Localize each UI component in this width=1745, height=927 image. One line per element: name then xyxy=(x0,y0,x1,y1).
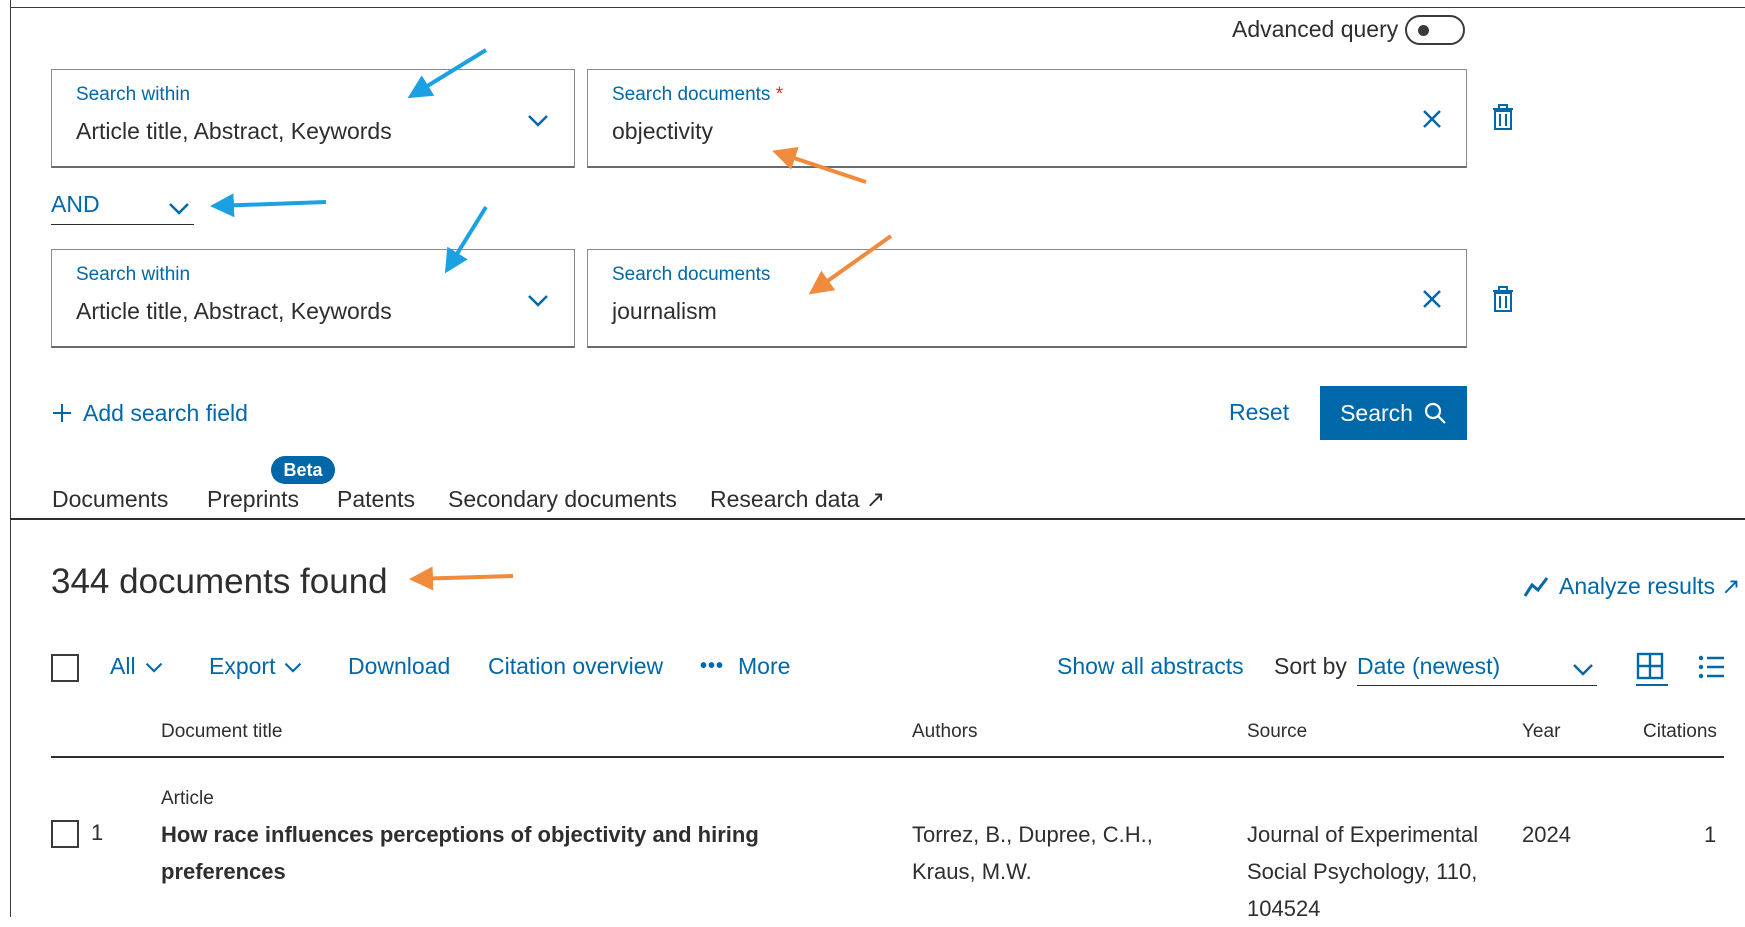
export-label: Export xyxy=(209,653,276,679)
column-header-year[interactable]: Year xyxy=(1522,721,1560,743)
search-within-select-1[interactable]: Search within Article title, Abstract, K… xyxy=(51,69,575,168)
search-documents-field-2[interactable]: Search documents journalism xyxy=(587,249,1467,348)
column-header-source[interactable]: Source xyxy=(1247,721,1307,743)
arrow-blue-2 xyxy=(210,193,327,218)
results-count: 344 documents found xyxy=(51,562,388,601)
select-all-checkbox[interactable] xyxy=(51,654,79,682)
trash-icon[interactable] xyxy=(1491,103,1515,131)
document-title-line-1: How race influences perceptions of objec… xyxy=(161,822,759,847)
list-view-icon[interactable] xyxy=(1698,654,1726,680)
tab-research-data[interactable]: Research data ↗ xyxy=(710,486,885,513)
tabs-divider xyxy=(10,518,1745,520)
add-search-field-button[interactable]: Add search field xyxy=(51,397,248,429)
more-label: More xyxy=(738,653,791,679)
trend-icon xyxy=(1523,576,1549,597)
required-mark: * xyxy=(775,84,784,105)
search-button[interactable]: Search xyxy=(1320,386,1467,440)
add-search-field-label: Add search field xyxy=(83,399,248,426)
download-button[interactable]: Download xyxy=(348,653,450,680)
document-type: Article xyxy=(161,788,214,809)
search-button-label: Search xyxy=(1340,399,1413,426)
chevron-down-icon xyxy=(1573,664,1593,676)
sort-value: Date (newest) xyxy=(1357,653,1501,679)
search-icon xyxy=(1424,402,1446,424)
table-header-divider xyxy=(51,756,1724,758)
row-checkbox[interactable] xyxy=(51,820,79,848)
operator-value: AND xyxy=(51,191,100,217)
search-within-label-1: Search within xyxy=(76,84,191,105)
beta-badge: Beta xyxy=(271,456,335,484)
boolean-operator-select[interactable]: AND xyxy=(51,190,194,225)
search-within-label-2: Search within xyxy=(76,264,191,285)
source-line-1: Journal of Experimental xyxy=(1247,822,1479,847)
arrow-orange-3 xyxy=(409,566,514,591)
search-documents-value-1[interactable]: objectivity xyxy=(612,118,713,145)
search-documents-field-1[interactable]: Search documents * objectivity xyxy=(587,69,1467,168)
tab-secondary-documents[interactable]: Secondary documents xyxy=(448,486,677,513)
select-all-dropdown[interactable]: All xyxy=(110,653,164,680)
search-documents-label-1: Search documents xyxy=(612,84,771,105)
toggle-knob xyxy=(1418,25,1429,36)
sort-select[interactable]: Date (newest) xyxy=(1357,651,1597,686)
clear-icon[interactable] xyxy=(1421,108,1443,130)
source-line-2: Social Psychology, 110, xyxy=(1247,859,1478,884)
more-button[interactable]: ••• More xyxy=(700,653,790,680)
plus-icon xyxy=(53,404,71,422)
frame-left-border xyxy=(10,0,11,917)
show-all-abstracts-button[interactable]: Show all abstracts xyxy=(1057,653,1244,680)
source-line-3: 104524 xyxy=(1247,896,1321,921)
chevron-down-icon xyxy=(169,203,189,215)
advanced-query-label: Advanced query xyxy=(1232,16,1399,42)
clear-icon[interactable] xyxy=(1421,288,1443,310)
column-header-citations[interactable]: Citations xyxy=(1643,721,1717,743)
chevron-down-icon xyxy=(145,662,162,673)
citation-overview-button[interactable]: Citation overview xyxy=(488,653,663,680)
tab-patents[interactable]: Patents xyxy=(337,486,415,513)
export-dropdown[interactable]: Export xyxy=(209,653,303,680)
sort-by-label: Sort by xyxy=(1274,653,1347,679)
year-cell: 2024 xyxy=(1522,822,1571,847)
authors-line-2: Kraus, M.W. xyxy=(912,859,1032,884)
citations-cell[interactable]: 1 xyxy=(1704,816,1716,853)
frame-top-border xyxy=(10,7,1745,8)
source-cell[interactable]: Journal of Experimental Social Psycholog… xyxy=(1247,816,1478,927)
document-title-line-2: preferences xyxy=(161,859,286,884)
analyze-results-link[interactable]: Analyze results ↗ xyxy=(1523,573,1741,600)
tab-preprints[interactable]: Preprints xyxy=(207,486,299,513)
chevron-down-icon[interactable] xyxy=(526,108,550,132)
analyze-results-label: Analyze results ↗ xyxy=(1559,573,1741,599)
search-within-value-1: Article title, Abstract, Keywords xyxy=(76,118,392,144)
chevron-down-icon[interactable] xyxy=(526,288,550,312)
select-all-label: All xyxy=(110,653,136,679)
trash-icon[interactable] xyxy=(1491,285,1515,313)
column-header-authors[interactable]: Authors xyxy=(912,721,977,743)
more-dots-icon: ••• xyxy=(700,655,725,677)
search-documents-value-2[interactable]: journalism xyxy=(612,298,717,325)
column-header-title[interactable]: Document title xyxy=(161,721,282,743)
grid-view-icon xyxy=(1636,652,1664,680)
chevron-down-icon xyxy=(285,662,302,673)
document-title-link[interactable]: How race influences perceptions of objec… xyxy=(161,816,759,890)
advanced-query-toggle[interactable] xyxy=(1405,15,1465,45)
row-index: 1 xyxy=(91,820,104,845)
search-within-select-2[interactable]: Search within Article title, Abstract, K… xyxy=(51,249,575,348)
search-documents-label-2: Search documents xyxy=(612,264,771,285)
reset-button[interactable]: Reset xyxy=(1229,399,1289,426)
authors-cell[interactable]: Torrez, B., Dupree, C.H., Kraus, M.W. xyxy=(912,816,1153,890)
search-within-value-2: Article title, Abstract, Keywords xyxy=(76,298,392,324)
authors-line-1: Torrez, B., Dupree, C.H., xyxy=(912,822,1153,847)
tab-documents[interactable]: Documents xyxy=(52,486,168,513)
grid-view-button[interactable] xyxy=(1636,652,1668,686)
